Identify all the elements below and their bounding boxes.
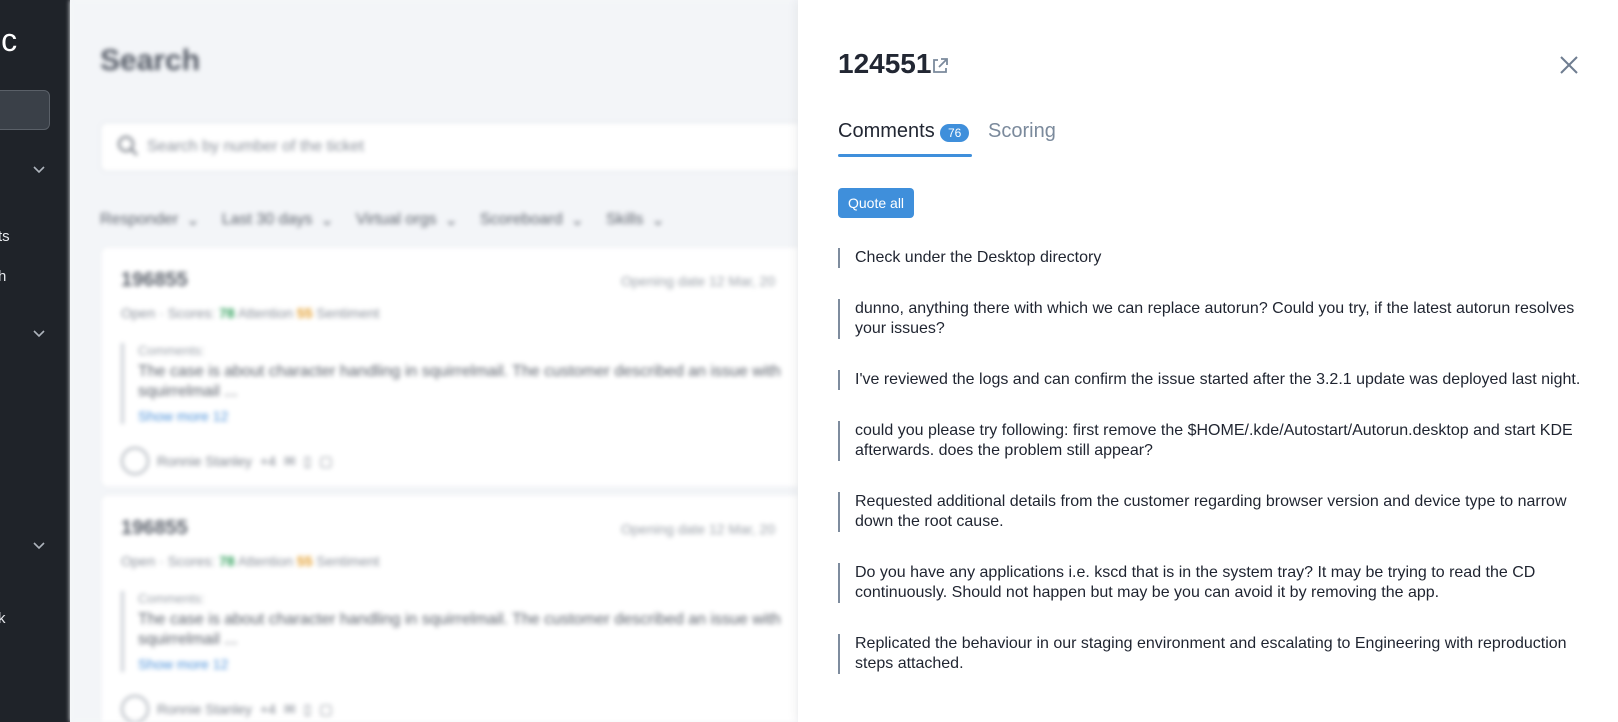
chevron-down-icon: ⌄ — [651, 212, 665, 229]
comment-item: Replicated the behaviour in our staging … — [838, 634, 1594, 674]
phone-icon: ▯ — [303, 700, 312, 717]
avatar — [121, 695, 149, 722]
chevron-down-icon[interactable] — [32, 326, 46, 340]
opening-date: Opening date 12 Mar, 20 — [621, 521, 776, 537]
show-more-link[interactable]: Show more 12 — [138, 656, 798, 672]
comment-item: dunno, anything there with which we can … — [838, 299, 1594, 339]
filter-label: Virtual orgs — [355, 211, 437, 228]
comments-label: Comments: — [138, 343, 205, 358]
quote-all-button[interactable]: Quote all — [838, 188, 915, 218]
mail-icon: ✉ — [283, 700, 296, 717]
status: Open — [121, 553, 156, 569]
chevron-down-icon: ⌄ — [444, 212, 458, 229]
chevron-down-icon[interactable] — [32, 538, 46, 552]
sentiment-label: Sentiment — [316, 553, 380, 569]
avatar — [121, 447, 149, 475]
comment-text: The case is about character handling in … — [138, 611, 781, 648]
filter-responder[interactable]: Responder ⌄ — [100, 210, 200, 230]
comment-item: could you please try following: first re… — [838, 421, 1594, 461]
filter-date-range[interactable]: Last 30 days ⌄ — [222, 210, 334, 230]
mail-icon: ✉ — [283, 452, 296, 469]
sidebar-item[interactable]: h — [0, 268, 6, 285]
tab-comments-label: Comments — [838, 120, 935, 142]
comment-item: Do you have any applications i.e. kscd t… — [838, 563, 1594, 603]
chevron-down-icon: ⌄ — [320, 212, 334, 229]
responder-name: Ronnie Stanley — [157, 453, 252, 469]
comments-count-badge: 76 — [940, 124, 970, 142]
sentiment-label: Sentiment — [316, 305, 380, 321]
comment-preview: Comments: The case is about character ha… — [121, 591, 798, 672]
ticket-card[interactable]: 196855 Opening date 12 Mar, 20 Open · Sc… — [100, 246, 798, 488]
comment-item: I've reviewed the logs and can confirm t… — [838, 370, 1594, 390]
filter-virtual-orgs[interactable]: Virtual orgs ⌄ — [356, 210, 458, 230]
responder-extra: +4 — [259, 701, 276, 717]
filter-skills[interactable]: Skills ⌄ — [606, 210, 665, 230]
phone-icon: ▯ — [303, 452, 312, 469]
sidebar-item[interactable]: k — [0, 610, 6, 627]
filter-label: Scoreboard — [479, 211, 563, 228]
active-tab-indicator — [838, 154, 972, 157]
status: Open — [121, 305, 156, 321]
attention-label: Attention — [237, 305, 294, 321]
opening-date: Opening date 12 Mar, 20 — [621, 273, 776, 289]
comment-list: Check under the Desktop directory dunno,… — [838, 248, 1594, 705]
filter-scoreboard[interactable]: Scoreboard ⌄ — [480, 210, 584, 230]
filter-label: Skills — [606, 211, 644, 228]
filter-bar: Responder ⌄ Last 30 days ⌄ Virtual orgs ⌄ S… — [100, 210, 665, 230]
chevron-down-icon: ⌄ — [186, 212, 200, 229]
search-icon — [118, 136, 138, 156]
search-placeholder: Search by number of the ticket — [147, 138, 364, 155]
close-icon[interactable] — [1558, 54, 1580, 76]
tab-comments[interactable]: Comments — [838, 120, 935, 143]
ticket-number-title: 124551 — [838, 48, 932, 79]
filter-label: Last 30 days — [221, 211, 313, 228]
ticket-meta: Open · Scores: 78 Attention 55 Sentiment — [121, 553, 380, 569]
scores-label: Scores: — [167, 305, 216, 321]
comment-preview: Comments: The case is about character ha… — [121, 343, 798, 424]
sidebar-primary-button[interactable] — [0, 90, 50, 130]
search-page-background: Search Search by number of the ticket Re… — [70, 0, 798, 722]
card-footer: Ronnie Stanley +4 ✉ ▯ ▢ — [121, 695, 333, 722]
ticket-detail-panel: 124551 Comments 76 Scoring Quote all Che… — [798, 0, 1618, 722]
attention-value: 78 — [219, 305, 235, 321]
chevron-down-icon: ⌄ — [570, 212, 584, 229]
search-input[interactable]: Search by number of the ticket — [100, 122, 798, 172]
page-title: Search — [100, 44, 201, 77]
ticket-number: 196855 — [121, 517, 188, 539]
ticket-card[interactable]: 196855 Opening date 12 Mar, 20 Open · Sc… — [100, 494, 798, 722]
chevron-down-icon[interactable] — [32, 162, 46, 176]
responder-name: Ronnie Stanley — [157, 701, 252, 717]
ticket-number: 196855 — [121, 269, 188, 291]
sidebar-item[interactable]: ts — [0, 228, 10, 245]
show-more-link[interactable]: Show more 12 — [138, 408, 798, 424]
app-logo: ic — [0, 22, 18, 58]
attention-label: Attention — [237, 553, 294, 569]
sentiment-value: 55 — [296, 305, 313, 321]
chat-icon: ▢ — [319, 452, 333, 469]
comments-label: Comments: — [138, 591, 205, 606]
comment-item: Check under the Desktop directory — [838, 248, 1594, 268]
comment-text: The case is about character handling in … — [138, 363, 781, 400]
comment-item: Requested additional details from the cu… — [838, 492, 1594, 532]
sidebar: ic ts h k — [0, 0, 70, 722]
external-link-icon[interactable] — [930, 56, 950, 76]
sentiment-value: 55 — [296, 553, 313, 569]
ticket-meta: Open · Scores: 78 Attention 55 Sentiment — [121, 305, 380, 321]
responder-extra: +4 — [259, 453, 276, 469]
chat-icon: ▢ — [319, 700, 333, 717]
tab-scoring[interactable]: Scoring — [988, 120, 1056, 143]
card-footer: Ronnie Stanley +4 ✉ ▯ ▢ — [121, 447, 333, 475]
scores-label: Scores: — [167, 553, 216, 569]
attention-value: 78 — [219, 553, 235, 569]
filter-label: Responder — [100, 211, 179, 228]
